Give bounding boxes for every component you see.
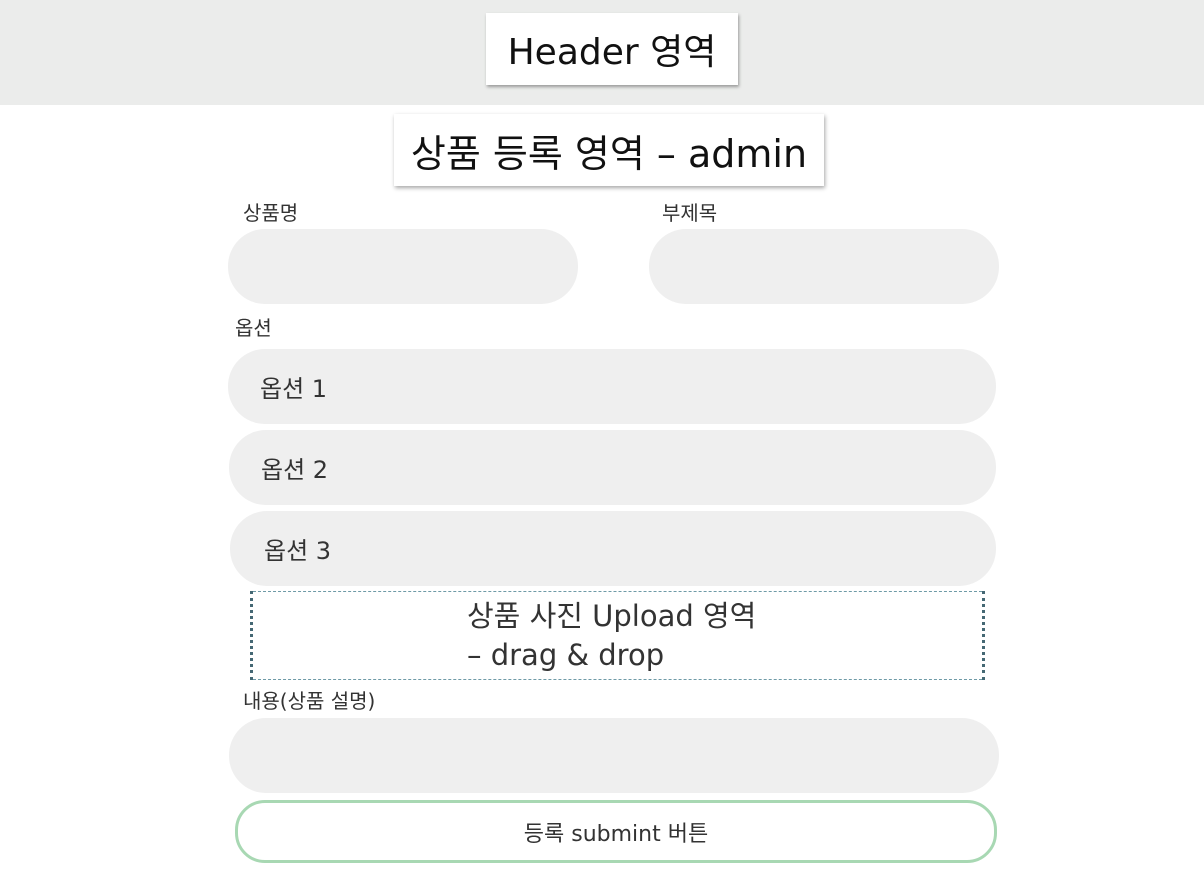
submit-button[interactable]: 등록 submint 버튼 xyxy=(235,800,997,863)
dropzone-text: 상품 사진 Upload 영역 – drag & drop xyxy=(467,597,756,675)
dropzone-text-line2: – drag & drop xyxy=(467,638,665,672)
option-1-text: 옵션 1 xyxy=(260,375,328,403)
content-label: 내용(상품 설명) xyxy=(243,689,376,713)
header-title: Header 영역 xyxy=(486,13,738,85)
option-1-field[interactable]: 옵션 1 xyxy=(228,349,996,424)
section-title: 상품 등록 영역 – admin xyxy=(394,114,824,186)
dropzone-border-top xyxy=(253,591,982,592)
option-2-field[interactable]: 옵션 2 xyxy=(229,430,996,505)
option-3-field[interactable]: 옵션 3 xyxy=(230,511,996,586)
page: Header 영역 상품 등록 영역 – admin 상품명 부제목 옵션 옵션… xyxy=(0,0,1204,870)
dropzone-text-line1: 상품 사진 Upload 영역 xyxy=(467,599,757,633)
header-bar: Header 영역 xyxy=(0,0,1204,105)
image-upload-dropzone[interactable]: 상품 사진 Upload 영역 – drag & drop xyxy=(250,591,985,680)
content-input[interactable] xyxy=(229,718,999,793)
option-2-text: 옵션 2 xyxy=(261,456,329,484)
dropzone-border-bottom xyxy=(253,679,982,680)
options-label: 옵션 xyxy=(235,316,272,340)
product-name-label: 상품명 xyxy=(243,201,299,225)
option-3-text: 옵션 3 xyxy=(264,537,332,565)
product-name-input[interactable] xyxy=(228,229,578,304)
subtitle-label: 부제목 xyxy=(662,201,718,225)
subtitle-input[interactable] xyxy=(649,229,999,304)
